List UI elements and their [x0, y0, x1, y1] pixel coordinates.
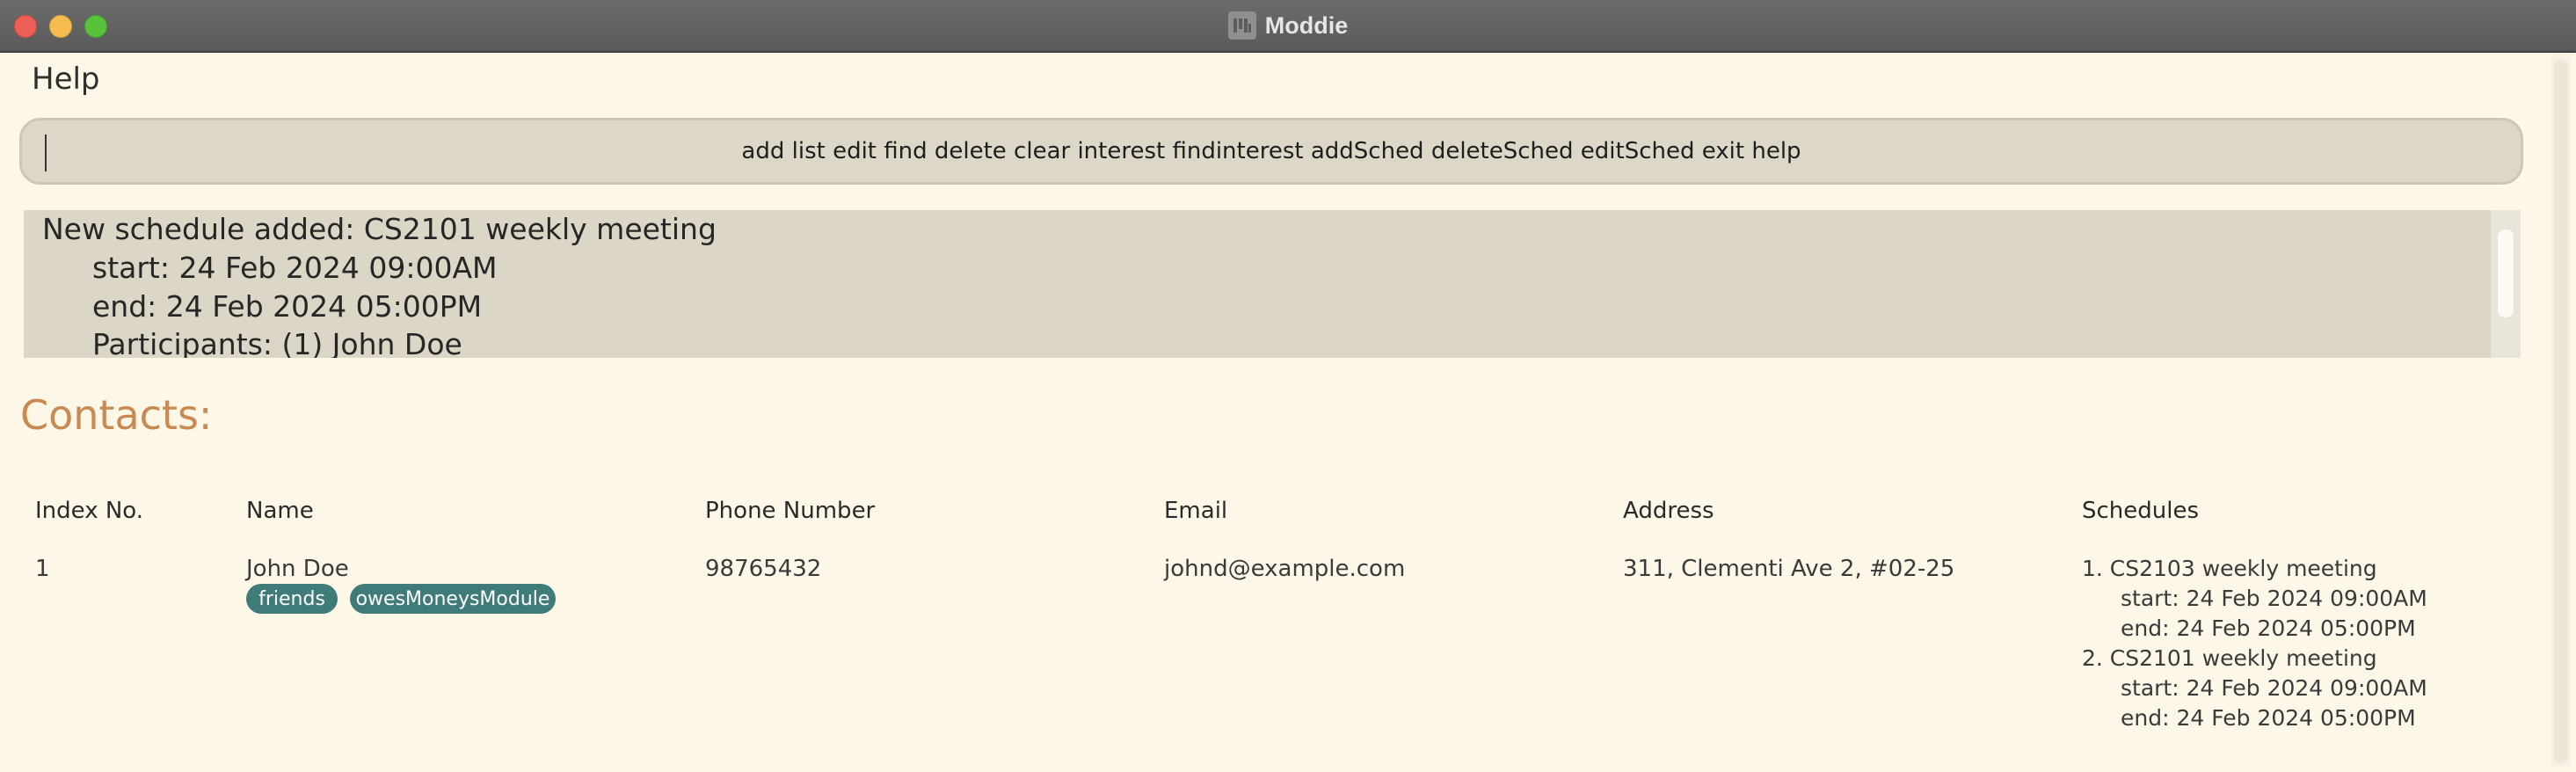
window-title: Moddie — [1264, 11, 1349, 39]
column-header-email: Email — [1164, 498, 1228, 524]
contact-phone: 98765432 — [705, 556, 822, 582]
schedule-2-start: start: 24 Feb 2024 09:00AM — [2121, 675, 2427, 701]
schedule-1-title: 1. CS2103 weekly meeting — [2082, 556, 2377, 581]
contact-index: 1 — [35, 556, 50, 582]
window-scrollbar[interactable] — [2551, 55, 2571, 767]
column-header-phone: Phone Number — [705, 498, 876, 524]
menu-help[interactable]: Help — [32, 62, 100, 97]
column-header-name: Name — [246, 498, 314, 524]
result-line-start: start: 24 Feb 2024 09:00AM — [92, 251, 498, 285]
schedule-1-end: end: 24 Feb 2024 05:00PM — [2121, 615, 2416, 641]
window-scrollbar-thumb[interactable] — [2554, 60, 2568, 763]
moddie-app-icon — [1227, 11, 1256, 40]
contacts-heading: Contacts: — [20, 391, 213, 439]
result-display[interactable]: New schedule added: CS2101 weekly meetin… — [24, 210, 2521, 358]
schedule-2-end: end: 24 Feb 2024 05:00PM — [2121, 705, 2416, 731]
result-scrollbar[interactable] — [2491, 210, 2521, 358]
schedule-1-start: start: 24 Feb 2024 09:00AM — [2121, 586, 2427, 611]
schedule-2-title: 2. CS2101 weekly meeting — [2082, 645, 2377, 671]
column-header-schedules: Schedules — [2082, 498, 2200, 524]
title-bar: Moddie — [0, 0, 2576, 53]
tag-owesmoneysmodule: owesMoneysModule — [350, 584, 556, 614]
command-input[interactable]: add list edit find delete clear interest… — [19, 118, 2523, 185]
result-scrollbar-thumb[interactable] — [2498, 229, 2514, 317]
command-placeholder: add list edit find delete clear interest… — [741, 138, 1801, 164]
column-header-address: Address — [1623, 498, 1714, 524]
app-window: Moddie Help add list edit find delete cl… — [0, 0, 2576, 772]
column-header-index: Index No. — [35, 498, 144, 524]
result-line-title: New schedule added: CS2101 weekly meetin… — [42, 212, 717, 246]
contact-name: John Doe — [246, 556, 349, 582]
result-line-end: end: 24 Feb 2024 05:00PM — [92, 289, 483, 324]
contact-email: johnd@example.com — [1164, 556, 1406, 582]
result-line-participants: Participants: (1) John Doe — [92, 327, 462, 358]
tag-friends: friends — [246, 584, 338, 614]
contact-address: 311, Clementi Ave 2, #02-25 — [1623, 556, 1955, 582]
